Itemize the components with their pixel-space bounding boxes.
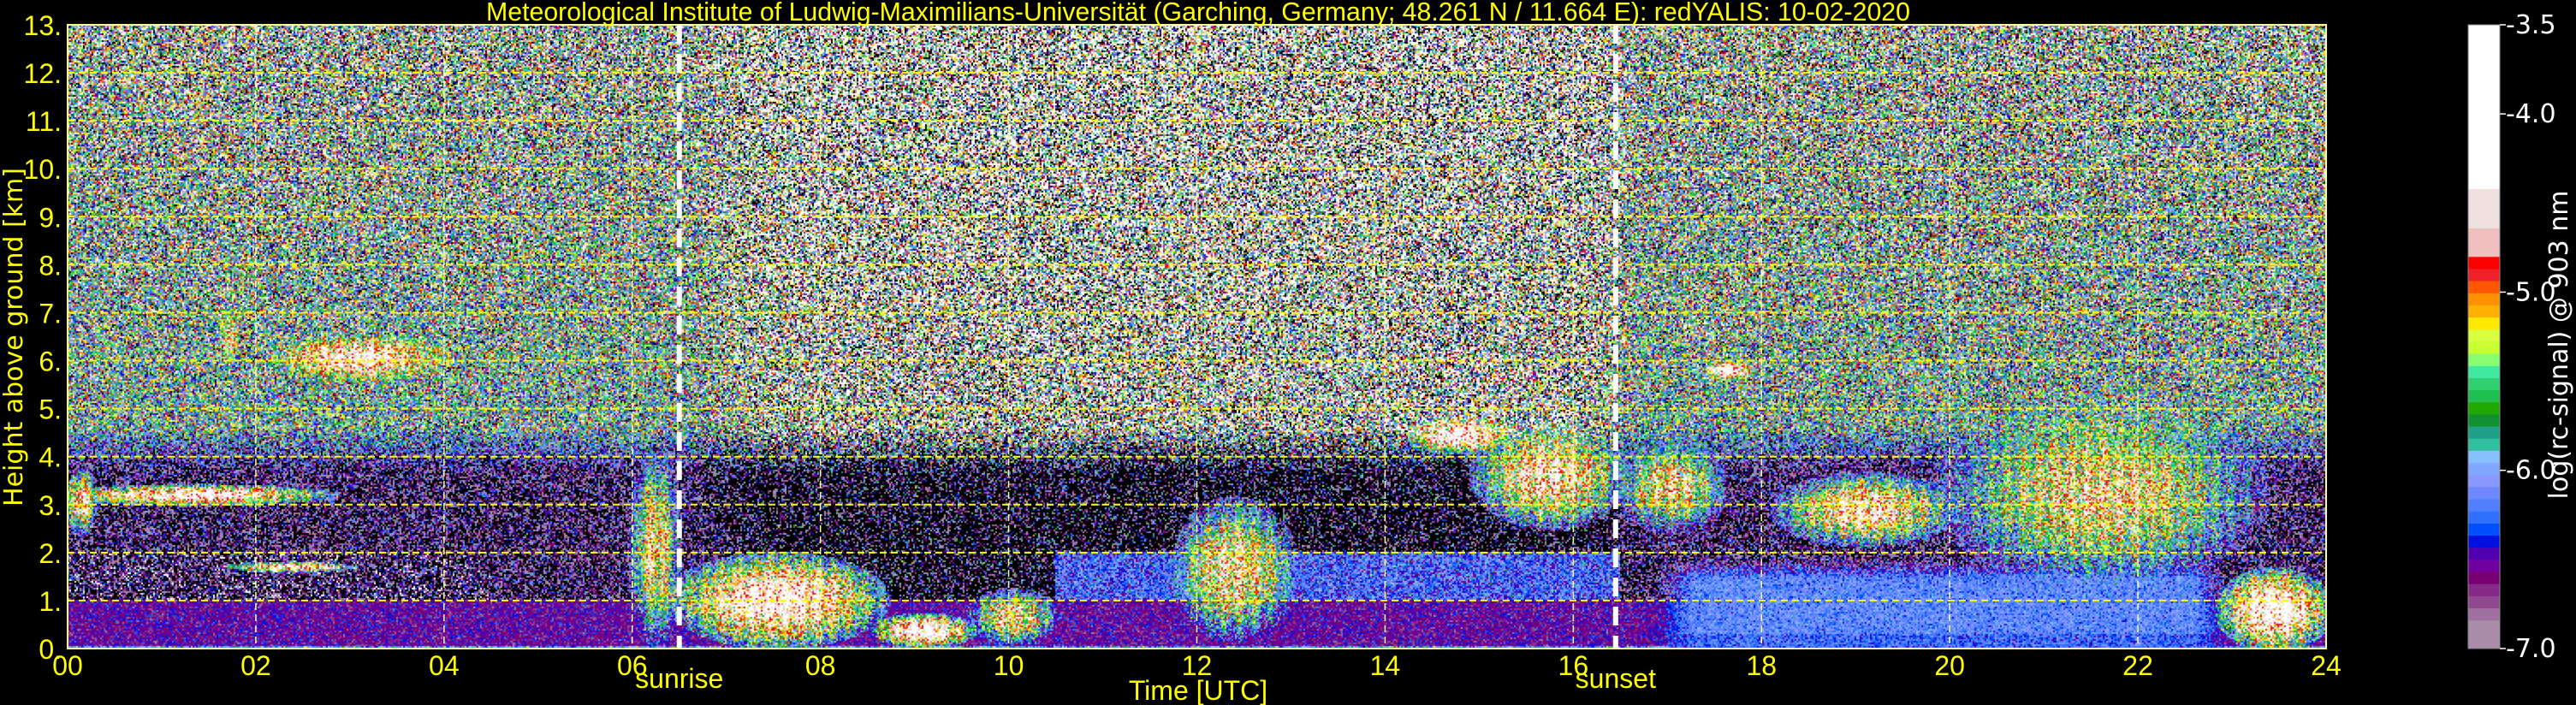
colorbar-band [2468,438,2500,451]
colorbar-band [2468,595,2500,609]
colorbar-band [2468,377,2500,391]
colorbar-band [2468,228,2500,258]
y-tick-label: 9. [39,202,62,233]
colorbar-band [2468,572,2500,584]
x-tick-label: 18 [1746,650,1777,681]
colorbar-band [2468,281,2500,293]
colorbar-band [2468,511,2500,524]
sun-markers [676,25,1618,649]
x-axis-label: Time [UTC] [1129,675,1267,705]
colorbar-band [2468,401,2500,415]
x-tick-label: 10 [994,650,1024,681]
colorbar-band [2468,499,2500,512]
x-tick-label: 02 [240,650,271,681]
y-tick-label: 10. [24,154,62,185]
y-tick-label: 2. [39,538,62,569]
x-tick-label: 06 [617,650,648,681]
x-tick-label: 08 [805,650,836,681]
colorbar-band [2468,426,2500,439]
colorbar-tick-label: -3.5 [2506,10,2556,40]
colorbar-band [2468,559,2500,572]
colorbar-label: log(rc-signal) @ 903 nm [2544,191,2574,500]
y-tick-label: 11. [26,106,62,137]
y-tick-label: 6. [39,347,62,377]
colorbar-band [2468,486,2500,500]
x-tick-label: 24 [2311,650,2342,681]
colorbar-band [2468,535,2500,548]
chart-overlay: Meteorological Institute of Ludwig-Maxim… [0,0,2574,705]
chart-title: Meteorological Institute of Ludwig-Maxim… [486,0,1910,27]
x-tick-label: 16 [1558,650,1589,681]
y-tick-label: 12. [24,58,62,89]
colorbar: -3.5-4.0-5.0-6.0-7.0 [2467,10,2556,664]
y-tick-label: 13. [24,10,62,41]
y-tick-label: 5. [39,394,62,425]
y-tick-label: 7. [39,298,62,329]
lidar-quicklook: Meteorological Institute of Ludwig-Maxim… [0,0,2576,705]
x-tick-label: 14 [1370,650,1401,681]
y-tick-label: 1. [39,586,62,617]
colorbar-band [2468,268,2500,281]
colorbar-band [2468,317,2500,330]
colorbar-band [2468,25,2500,190]
y-tick-label: 0. [39,634,62,665]
y-tick-label: 4. [39,442,62,473]
colorbar-band [2468,365,2500,378]
x-tick-label: 20 [1934,650,1965,681]
colorbar-band [2468,474,2500,488]
colorbar-band [2468,188,2500,228]
colorbar-band [2468,329,2500,342]
colorbar-band [2468,547,2500,560]
y-axis-label: Height above ground [km] [0,168,29,507]
colorbar-band [2468,389,2500,403]
grid-lines [68,25,2326,649]
colorbar-band [2468,413,2500,427]
colorbar-band [2468,523,2500,536]
colorbar-band [2468,305,2500,318]
colorbar-band [2468,353,2500,366]
colorbar-band [2468,341,2500,354]
colorbar-band [2468,450,2500,464]
x-tick-label: 04 [429,650,460,681]
colorbar-band [2468,462,2500,476]
colorbar-tick-label: -4.0 [2506,99,2556,129]
x-tick-label: 22 [2122,650,2153,681]
colorbar-band [2468,293,2500,305]
sunrise-label: sunrise [635,663,723,694]
y-tick-label: 8. [39,250,62,281]
y-tick-labels: 0. 1. 2. 3. 4. 5. 6. 7. 8. 9. 10. 11. 12. 13. [24,10,62,665]
colorbar-tick-label: -7.0 [2506,634,2556,664]
colorbar-band [2468,256,2500,270]
colorbar-band [2468,607,2500,621]
y-tick-label: 3. [39,490,62,521]
colorbar-band [2468,619,2500,649]
colorbar-band [2468,584,2500,596]
